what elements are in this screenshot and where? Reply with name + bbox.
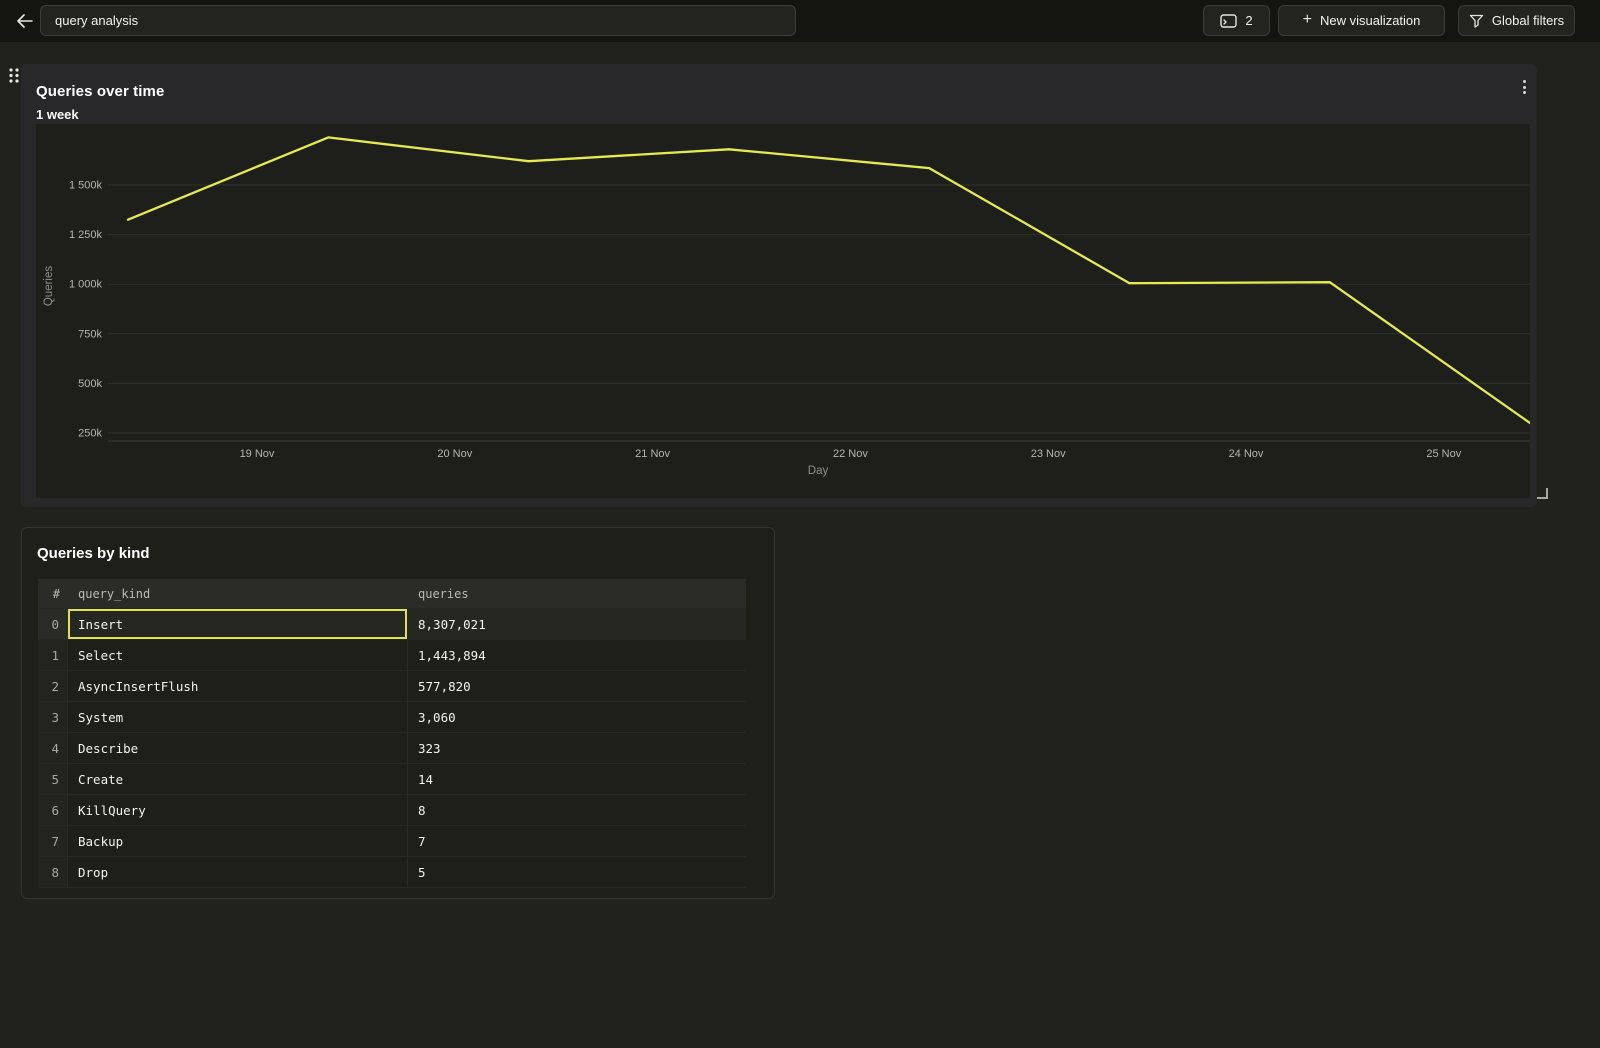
query-kind-cell[interactable]: Insert — [68, 609, 408, 639]
chart-panel-title: Queries over time — [36, 83, 164, 100]
query-kind-cell[interactable]: System — [68, 702, 408, 732]
table-row: 2AsyncInsertFlush577,820 — [38, 670, 746, 701]
sql-console-icon — [1220, 14, 1237, 28]
queries-cell[interactable]: 8,307,021 — [408, 609, 746, 639]
row-index: 2 — [38, 671, 68, 701]
dashboard-title-input[interactable] — [40, 5, 796, 36]
table-row: 8Drop5 — [38, 856, 746, 887]
svg-text:1 500k: 1 500k — [69, 180, 103, 192]
query-kind-cell[interactable]: Drop — [68, 857, 408, 887]
queries-cell[interactable]: 3,060 — [408, 702, 746, 732]
queries-by-kind-table: # query_kind queries 0Insert8,307,0211Se… — [38, 579, 746, 888]
column-header-query-kind[interactable]: query_kind — [68, 587, 408, 601]
svg-text:23 Nov: 23 Nov — [1031, 448, 1066, 460]
kebab-vertical-icon[interactable] — [1516, 78, 1532, 96]
queries-cell[interactable]: 323 — [408, 733, 746, 763]
new-visualization-label: New visualization — [1320, 13, 1420, 28]
queries-cell[interactable]: 8 — [408, 795, 746, 825]
queries-cell[interactable]: 577,820 — [408, 671, 746, 701]
queries-cell[interactable]: 1,443,894 — [408, 640, 746, 670]
svg-text:21 Nov: 21 Nov — [635, 448, 670, 460]
svg-text:750k: 750k — [78, 328, 102, 340]
drag-dots-icon[interactable] — [7, 67, 21, 84]
global-filters-button[interactable]: Global filters — [1458, 5, 1575, 36]
svg-text:250k: 250k — [78, 428, 102, 440]
svg-text:500k: 500k — [78, 378, 102, 390]
row-index: 8 — [38, 857, 68, 887]
svg-text:22 Nov: 22 Nov — [833, 448, 868, 460]
row-index: 3 — [38, 702, 68, 732]
row-index: 7 — [38, 826, 68, 856]
queries-over-time-chart[interactable]: 250k 500k 750k 1 000k 1 250k 1 500k 19 Nov 20 N… — [36, 124, 1530, 498]
back-button[interactable] — [10, 7, 38, 35]
table-row: 4Describe323 — [38, 732, 746, 763]
queries-cell[interactable]: 5 — [408, 857, 746, 887]
table-row: 3System3,060 — [38, 701, 746, 732]
table-header-row: # query_kind queries — [38, 579, 746, 608]
queries-cell[interactable]: 14 — [408, 764, 746, 794]
svg-text:Queries: Queries — [43, 266, 55, 307]
resize-corner-icon[interactable] — [1537, 488, 1548, 499]
row-index: 1 — [38, 640, 68, 670]
funnel-icon — [1469, 14, 1484, 28]
plus-icon: + — [1303, 11, 1312, 29]
query-kind-cell[interactable]: Describe — [68, 733, 408, 763]
global-filters-label: Global filters — [1492, 13, 1564, 28]
svg-text:1 000k: 1 000k — [69, 279, 103, 291]
table-panel-title: Queries by kind — [37, 545, 150, 562]
svg-text:20 Nov: 20 Nov — [437, 448, 472, 460]
queries-cell[interactable]: 7 — [408, 826, 746, 856]
table-row: 7Backup7 — [38, 825, 746, 856]
new-visualization-button[interactable]: + New visualization — [1278, 5, 1445, 36]
svg-text:24 Nov: 24 Nov — [1229, 448, 1264, 460]
svg-text:19 Nov: 19 Nov — [240, 448, 275, 460]
table-row: 5Create14 — [38, 763, 746, 794]
svg-text:25 Nov: 25 Nov — [1426, 448, 1461, 460]
svg-text:Day: Day — [808, 465, 829, 477]
query-kind-cell[interactable]: KillQuery — [68, 795, 408, 825]
table-row: 0Insert8,307,021 — [38, 608, 746, 639]
arrow-left-icon — [16, 14, 33, 28]
svg-text:1 250k: 1 250k — [69, 229, 103, 241]
table-row: 1Select1,443,894 — [38, 639, 746, 670]
column-header-queries[interactable]: queries — [408, 587, 746, 601]
table-row: 6KillQuery8 — [38, 794, 746, 825]
row-index: 0 — [38, 609, 68, 639]
queries-by-kind-panel: Queries by kind # query_kind queries 0In… — [21, 527, 775, 899]
row-index: 5 — [38, 764, 68, 794]
query-kind-cell[interactable]: Create — [68, 764, 408, 794]
query-kind-cell[interactable]: Select — [68, 640, 408, 670]
topbar: 2 + New visualization Global filters — [0, 0, 1600, 42]
row-index: 6 — [38, 795, 68, 825]
queries-over-time-panel: Queries over time 1 week 250k 500k 750k 1 0… — [21, 64, 1537, 507]
console-count-label: 2 — [1245, 13, 1252, 28]
chart-panel-subtitle: 1 week — [36, 107, 79, 122]
query-kind-cell[interactable]: Backup — [68, 826, 408, 856]
query-kind-cell[interactable]: AsyncInsertFlush — [68, 671, 408, 701]
queries-table-body: 0Insert8,307,0211Select1,443,8942AsyncIn… — [38, 608, 746, 887]
sql-console-count-button[interactable]: 2 — [1203, 5, 1270, 36]
column-header-index[interactable]: # — [38, 587, 68, 601]
row-index: 4 — [38, 733, 68, 763]
chart-plot-area: 250k 500k 750k 1 000k 1 250k 1 500k 19 Nov 20 N… — [36, 124, 1530, 498]
